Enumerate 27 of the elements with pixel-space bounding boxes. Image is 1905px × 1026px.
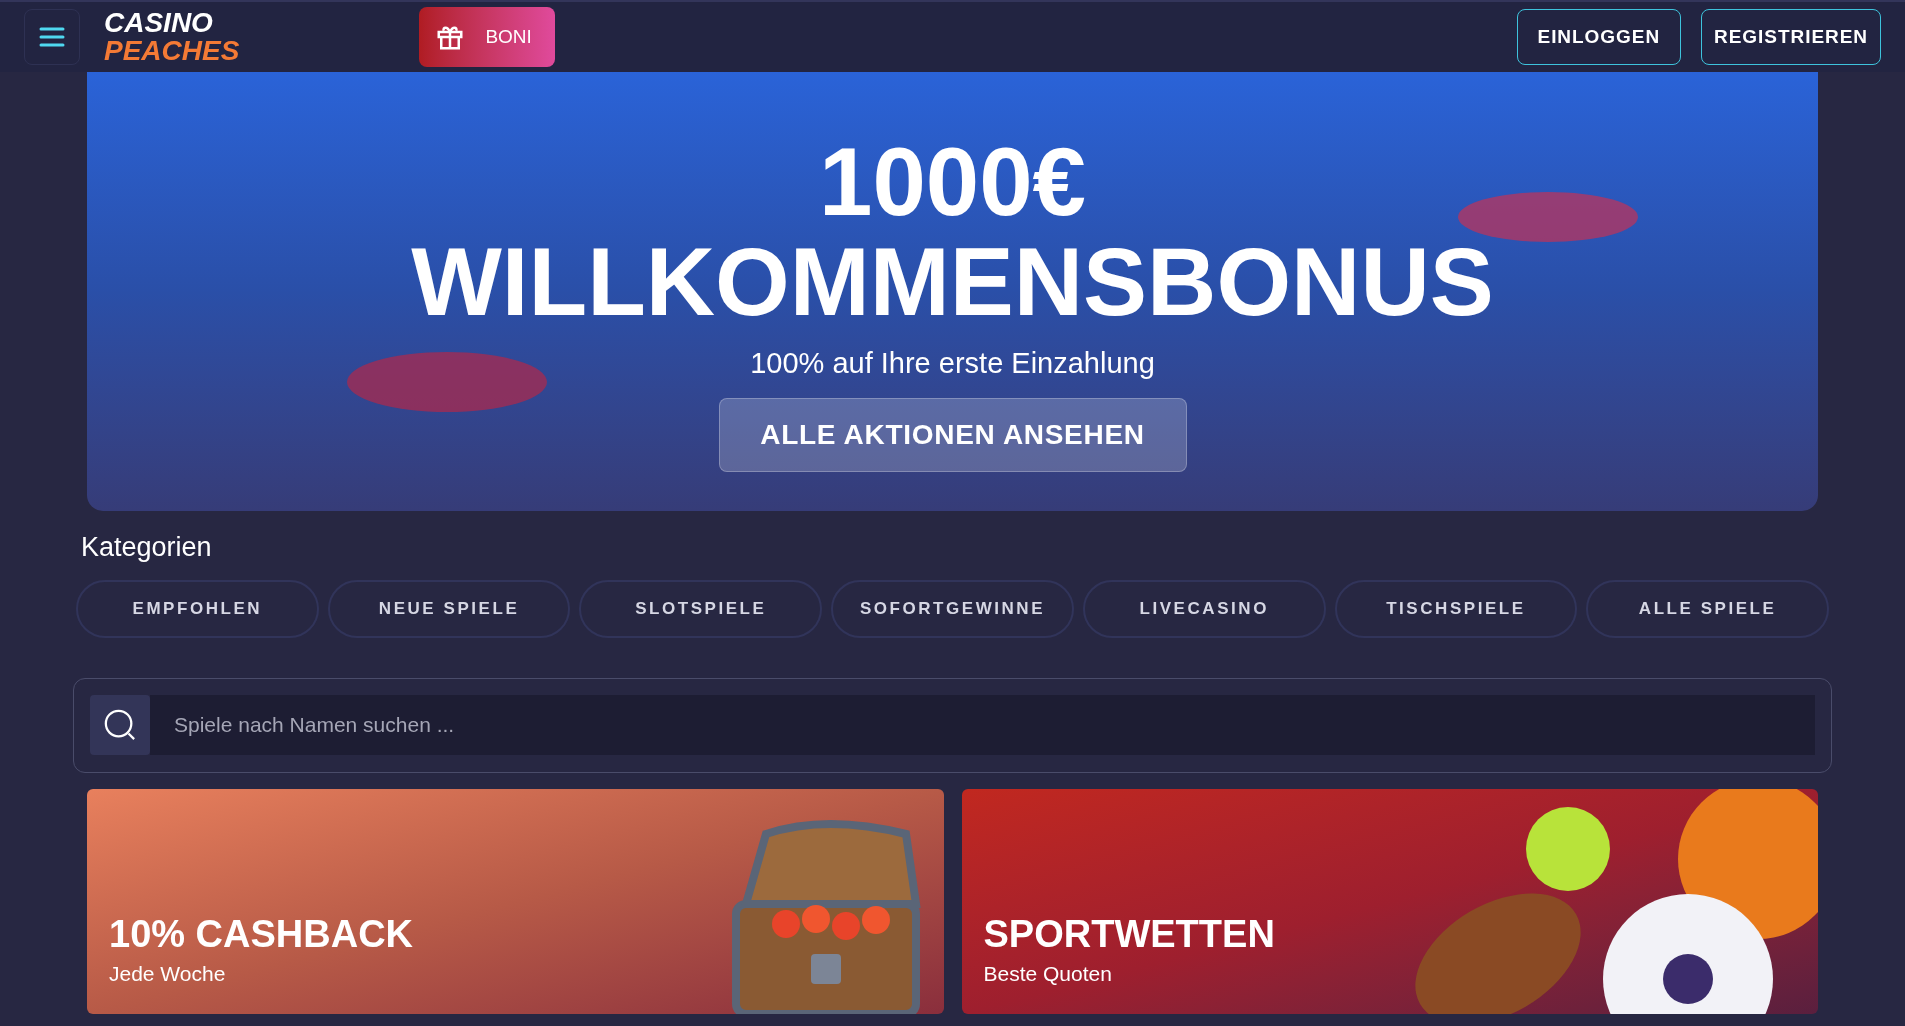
promo-subtitle: Beste Quoten <box>983 961 1113 987</box>
category-button[interactable]: LIVECASINO <box>1082 579 1326 638</box>
category-button[interactable]: EMPFOHLEN <box>76 579 319 638</box>
search-icon <box>103 708 137 742</box>
bonus-button[interactable]: BONI <box>419 7 556 67</box>
promo-card[interactable]: SPORTWETTEN Beste Quoten <box>961 788 1818 1014</box>
category-button[interactable]: NEUE SPIELE <box>327 579 571 638</box>
promo-title: 10% CASHBACK <box>109 911 415 957</box>
login-button[interactable]: EINLOGGEN <box>1516 9 1682 65</box>
category-button[interactable]: SLOTSPIELE <box>579 579 823 638</box>
bonus-amount: 1000€ <box>819 134 1086 230</box>
search-field[interactable]: Spiele nach Namen suchen ... <box>150 695 1815 755</box>
category-button[interactable]: ALLE SPIELE <box>1586 579 1829 638</box>
category-button[interactable]: TISCHSPIELE <box>1334 579 1578 638</box>
promotions-button[interactable]: ALLE AKTIONEN ANSEHEN <box>718 397 1187 472</box>
bonus-title: WILLKOMMENSBONUS <box>411 234 1494 330</box>
search-icon-button[interactable] <box>90 695 150 755</box>
menu-icon <box>39 27 65 47</box>
bonus-subtitle: 100% auf Ihre erste Einzahlung <box>750 346 1155 381</box>
casino-logo[interactable]: CASINO PEACHES <box>104 9 240 65</box>
promo-title: SPORTWETTEN <box>983 911 1276 957</box>
categories-heading: Kategorien <box>81 531 213 564</box>
register-button[interactable]: REGISTRIEREN <box>1701 9 1881 65</box>
promo-card[interactable]: 10% CASHBACK Jede Woche <box>87 788 944 1014</box>
menu-button[interactable] <box>24 9 80 65</box>
promo-subtitle: Jede Woche <box>109 961 227 987</box>
category-button[interactable]: SOFORTGEWINNE <box>831 579 1074 638</box>
